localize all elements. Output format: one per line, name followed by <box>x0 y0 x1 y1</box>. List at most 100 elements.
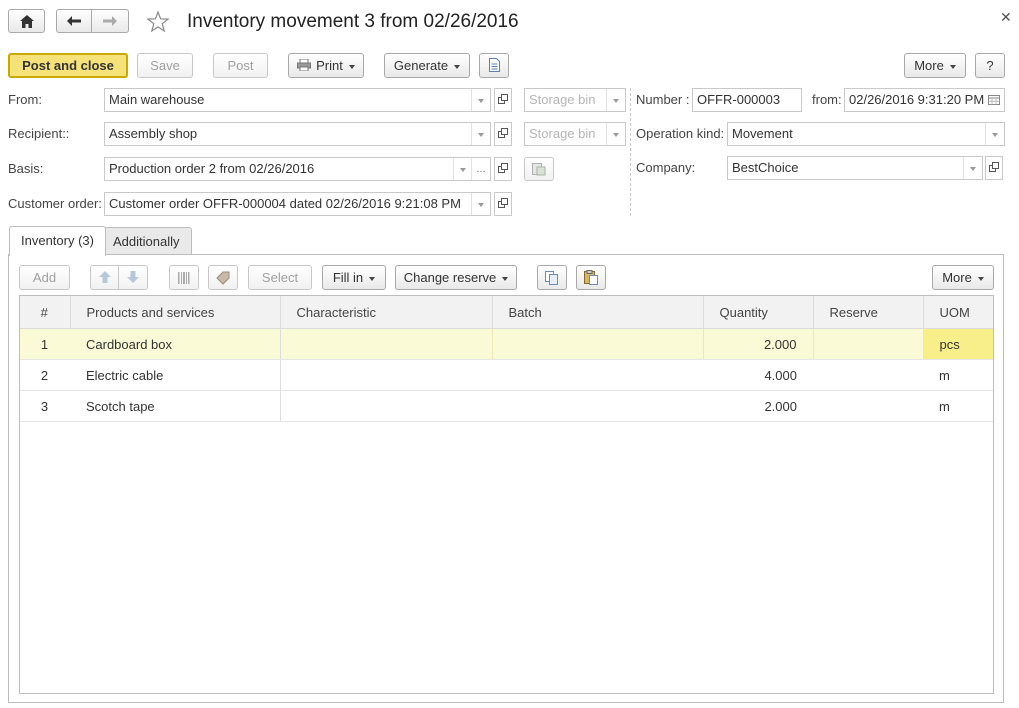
table-more-button[interactable]: More <box>932 265 994 290</box>
home-button[interactable] <box>8 9 45 33</box>
forward-button[interactable] <box>91 9 129 33</box>
operation-kind-field[interactable]: Movement <box>727 122 1005 146</box>
arrow-right-icon <box>103 16 117 26</box>
operation-kind-value: Movement <box>732 126 793 141</box>
from-open-button[interactable] <box>494 88 512 112</box>
customer-order-open-button[interactable] <box>494 192 512 216</box>
company-field[interactable]: BestChoice <box>727 156 983 180</box>
column-header-products[interactable]: Products and services <box>70 296 281 329</box>
change-reserve-button[interactable]: Change reserve <box>395 265 517 290</box>
chevron-down-icon <box>369 276 376 281</box>
batch-cell[interactable] <box>492 390 703 422</box>
reserve-cell[interactable] <box>813 390 923 422</box>
home-icon <box>19 15 34 28</box>
chevron-down-icon[interactable] <box>471 89 490 111</box>
label-button[interactable] <box>208 265 238 290</box>
from-field[interactable]: Main warehouse <box>104 88 491 112</box>
fill-by-basis-button[interactable] <box>524 157 554 181</box>
chevron-down-icon <box>977 276 984 281</box>
company-open-button[interactable] <box>985 156 1003 180</box>
from-storage-bin-field: Storage bin <box>524 88 626 112</box>
table-row[interactable]: 3 Scotch tape 2.000 m <box>20 390 993 422</box>
post-and-close-button[interactable]: Post and close <box>8 53 128 78</box>
move-up-button[interactable] <box>90 265 119 290</box>
date-value: 02/26/2016 9:31:20 PM <box>849 92 985 107</box>
table-more-label: More <box>942 270 972 285</box>
column-header-uom[interactable]: UOM <box>923 296 993 329</box>
calendar-icon[interactable] <box>984 89 1004 111</box>
open-link-icon <box>498 198 508 208</box>
row-number-cell: 1 <box>20 328 70 360</box>
reserve-cell[interactable] <box>813 359 923 391</box>
basis-field[interactable]: Production order 2 from 02/26/2016 ... <box>104 157 491 181</box>
chevron-down-icon[interactable] <box>453 158 472 180</box>
batch-cell[interactable] <box>492 359 703 391</box>
copy-rows-button[interactable] <box>537 265 567 290</box>
uom-cell[interactable]: m <box>923 359 993 391</box>
date-field[interactable]: 02/26/2016 9:31:20 PM <box>844 88 1005 112</box>
column-header-quantity[interactable]: Quantity <box>703 296 814 329</box>
characteristic-cell[interactable] <box>280 390 492 422</box>
page-title: Inventory movement 3 from 02/26/2016 <box>187 11 519 32</box>
table-row[interactable]: 1 Cardboard box 2.000 pcs <box>20 328 993 360</box>
open-link-icon <box>498 94 508 104</box>
report-structure-button[interactable] <box>479 53 509 78</box>
recipient-open-button[interactable] <box>494 122 512 146</box>
batch-cell[interactable] <box>492 328 704 360</box>
help-button[interactable]: ? <box>975 53 1005 78</box>
tab-additionally[interactable]: Additionally <box>101 227 192 256</box>
from-value: Main warehouse <box>109 92 205 107</box>
chevron-down-icon <box>502 276 509 281</box>
table-row[interactable]: 2 Electric cable 4.000 m <box>20 359 993 391</box>
tab-inventory[interactable]: Inventory (3) <box>9 226 106 256</box>
customer-order-field[interactable]: Customer order OFFR-000004 dated 02/26/2… <box>104 192 491 216</box>
recipient-storage-bin-field: Storage bin <box>524 122 626 146</box>
customer-order-label: Customer order: <box>8 196 102 211</box>
move-down-button[interactable] <box>118 265 148 290</box>
reserve-cell[interactable] <box>813 328 924 360</box>
chevron-down-icon[interactable] <box>963 157 982 179</box>
product-cell[interactable]: Cardboard box <box>70 328 281 360</box>
ellipsis-icon[interactable]: ... <box>471 158 490 180</box>
quantity-cell[interactable]: 2.000 <box>703 328 814 360</box>
chevron-down-icon[interactable] <box>471 193 490 215</box>
column-header-number[interactable]: # <box>20 296 71 329</box>
generate-button[interactable]: Generate <box>384 53 470 78</box>
arrow-down-icon <box>127 271 139 283</box>
chevron-down-icon[interactable] <box>985 123 1004 145</box>
more-button[interactable]: More <box>904 53 966 78</box>
quantity-cell[interactable]: 4.000 <box>703 359 813 391</box>
uom-cell[interactable]: pcs <box>923 328 993 360</box>
paste-icon <box>584 270 598 285</box>
tag-icon <box>216 271 230 285</box>
from-date-label: from: <box>812 92 842 107</box>
fill-in-button[interactable]: Fill in <box>322 265 386 290</box>
column-header-batch[interactable]: Batch <box>492 296 704 329</box>
company-label: Company: <box>636 160 696 175</box>
uom-cell[interactable]: m <box>923 390 993 422</box>
print-button[interactable]: Print <box>288 53 364 78</box>
number-field[interactable]: OFFR-000003 <box>692 88 802 112</box>
characteristic-cell[interactable] <box>280 359 492 391</box>
product-cell[interactable]: Electric cable <box>70 359 281 391</box>
product-cell[interactable]: Scotch tape <box>70 390 281 422</box>
close-icon[interactable]: ✕ <box>1000 9 1012 25</box>
add-button[interactable]: Add <box>19 265 70 290</box>
post-button[interactable]: Post <box>213 53 268 78</box>
chevron-down-icon[interactable] <box>471 123 490 145</box>
company-value: BestChoice <box>732 160 799 175</box>
paste-rows-button[interactable] <box>576 265 606 290</box>
back-button[interactable] <box>56 9 92 33</box>
basis-open-button[interactable] <box>494 157 512 181</box>
open-link-icon <box>498 128 508 138</box>
select-button[interactable]: Select <box>248 265 312 290</box>
column-header-characteristic[interactable]: Characteristic <box>280 296 493 329</box>
column-header-reserve[interactable]: Reserve <box>813 296 924 329</box>
save-button[interactable]: Save <box>137 53 193 78</box>
characteristic-cell[interactable] <box>280 328 493 360</box>
recipient-field[interactable]: Assembly shop <box>104 122 491 146</box>
quantity-cell[interactable]: 2.000 <box>703 390 813 422</box>
barcode-button[interactable] <box>169 265 199 290</box>
star-icon[interactable] <box>147 11 169 32</box>
basis-label: Basis: <box>8 161 44 176</box>
